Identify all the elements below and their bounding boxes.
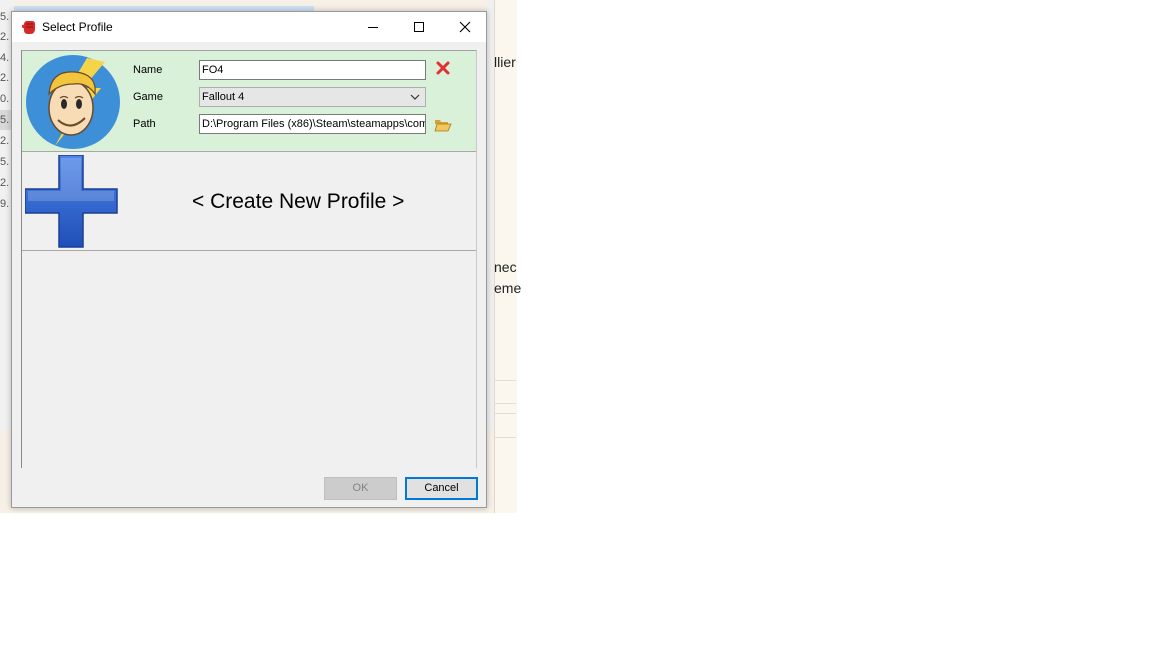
minimize-icon [368, 27, 378, 28]
background-text: nec [494, 259, 517, 275]
profile-list[interactable]: Name FO4 Game Fallout 4 Path D:\Program … [21, 50, 477, 468]
app-fist-icon [22, 21, 35, 34]
select-profile-dialog: Select Profile Name FO4 Game Fallout 4 P… [11, 11, 487, 508]
close-icon [459, 21, 471, 33]
delete-profile-button[interactable] [434, 59, 452, 77]
chevron-down-icon [410, 94, 420, 100]
dialog-title: Select Profile [42, 20, 113, 34]
minimize-button[interactable] [350, 12, 396, 42]
plus-icon [25, 155, 118, 248]
background-divider [494, 413, 516, 414]
maximize-button[interactable] [396, 12, 442, 42]
close-button[interactable] [442, 12, 488, 42]
background-text: llier [494, 54, 516, 70]
background-divider [494, 380, 516, 381]
folder-open-icon [434, 120, 452, 132]
path-label: Path [133, 118, 156, 130]
background-text: eme [494, 280, 522, 296]
delete-x-icon [436, 61, 450, 75]
path-field[interactable]: D:\Program Files (x86)\Steam\steamapps\c… [199, 114, 426, 134]
title-bar[interactable]: Select Profile [12, 12, 486, 42]
game-select-value: Fallout 4 [202, 91, 245, 103]
ok-button[interactable]: OK [324, 477, 397, 500]
create-new-profile-label: < Create New Profile > [192, 190, 405, 213]
vault-boy-avatar [26, 55, 120, 149]
background-divider [494, 403, 516, 404]
game-label: Game [133, 91, 163, 103]
game-select[interactable]: Fallout 4 [199, 87, 426, 107]
background-divider [494, 437, 516, 438]
maximize-icon [414, 22, 424, 32]
name-label: Name [133, 64, 163, 76]
profile-row-selected[interactable]: Name FO4 Game Fallout 4 Path D:\Program … [22, 51, 476, 152]
cancel-button[interactable]: Cancel [405, 477, 478, 500]
create-new-profile-row[interactable]: < Create New Profile > [22, 152, 476, 251]
browse-folder-button[interactable] [434, 116, 452, 134]
name-field[interactable]: FO4 [199, 60, 426, 80]
